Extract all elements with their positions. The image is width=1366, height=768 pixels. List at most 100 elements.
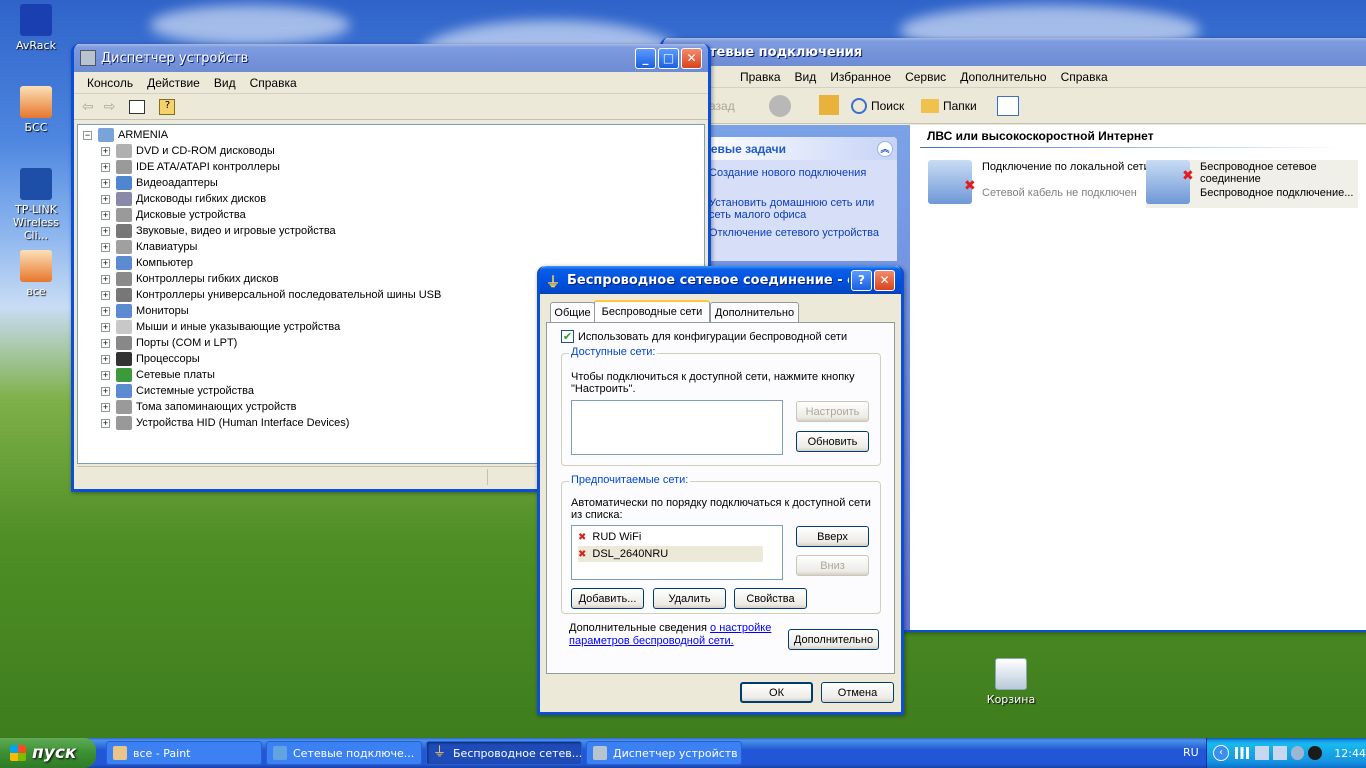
expand-icon[interactable]: + <box>101 418 110 428</box>
expand-icon[interactable]: + <box>101 354 110 364</box>
expand-icon[interactable]: + <box>101 322 110 332</box>
search-button[interactable]: Поиск <box>851 95 921 117</box>
configure-button[interactable]: Настроить <box>796 401 869 422</box>
folders-button[interactable]: Папки <box>921 95 987 117</box>
desktop-icon-recycle-bin[interactable]: Корзина <box>975 658 1047 706</box>
tree-item[interactable]: + Сетевые платы <box>101 367 215 383</box>
menu-help[interactable]: Справка <box>243 76 304 90</box>
tray-app-icon[interactable] <box>1308 746 1323 760</box>
tree-item[interactable]: + Процессоры <box>101 351 200 367</box>
menu-view[interactable]: Вид <box>207 76 243 90</box>
tree-item[interactable]: + Контроллеры гибких дисков <box>101 271 279 287</box>
expand-icon[interactable]: + <box>101 402 110 412</box>
tree-item[interactable]: + Клавиатуры <box>101 239 197 255</box>
task-disable-device[interactable]: Отключение сетевого устройства <box>709 227 884 239</box>
expand-icon[interactable]: + <box>101 162 110 172</box>
menu-edit[interactable]: Правка <box>733 70 788 84</box>
speaker-icon[interactable] <box>1290 746 1305 760</box>
tree-item[interactable]: + Тома запоминающих устройств <box>101 399 297 415</box>
expand-icon[interactable]: + <box>101 290 110 300</box>
network-tasks-header[interactable]: тевые задачи ︽ <box>699 137 897 160</box>
remove-button[interactable]: Удалить <box>653 588 726 609</box>
close-button[interactable]: ✕ <box>874 269 895 291</box>
expand-icon[interactable]: + <box>101 242 110 252</box>
task-home-network[interactable]: Установить домашнюю сеть или сеть малого… <box>709 197 884 221</box>
expand-icon[interactable]: + <box>101 274 110 284</box>
expand-icon[interactable]: + <box>101 146 110 156</box>
network-tray-icon[interactable] <box>1272 746 1287 760</box>
expand-icon[interactable]: + <box>101 258 110 268</box>
cancel-button[interactable]: Отмена <box>821 682 894 703</box>
help-button[interactable]: ? <box>851 269 872 291</box>
dialog-titlebar[interactable]: ⏚ Беспроводное сетевое соединение - свой… <box>540 266 901 294</box>
list-item[interactable]: ✖ DSL_2640NRU <box>578 546 763 562</box>
ok-button[interactable]: ОК <box>740 682 813 703</box>
signal-strength-icon[interactable] <box>1234 747 1249 759</box>
menu-console[interactable]: Консоль <box>80 76 140 90</box>
available-networks-list[interactable] <box>571 400 783 455</box>
maximize-button[interactable]: □ <box>658 47 679 69</box>
add-button[interactable]: Добавить... <box>571 588 644 609</box>
tree-item[interactable]: + Дисководы гибких дисков <box>101 191 266 207</box>
checkbox-checked-icon[interactable]: ✔ <box>561 330 574 343</box>
preferred-networks-list[interactable]: ✖ RUD WiFi ✖ DSL_2640NRU <box>571 525 783 580</box>
tree-item[interactable]: + Дисковые устройства <box>101 207 246 223</box>
views-icon[interactable] <box>997 96 1019 116</box>
refresh-button[interactable]: Обновить <box>796 431 869 452</box>
tree-item[interactable]: + DVD и CD-ROM дисководы <box>101 143 275 159</box>
expand-icon[interactable]: + <box>101 178 110 188</box>
up-folder-icon[interactable] <box>819 95 839 115</box>
properties-icon[interactable]: ? <box>159 98 176 115</box>
menu-tools[interactable]: Сервис <box>898 70 953 84</box>
desktop-icon-bss[interactable]: БСС <box>0 86 72 134</box>
tree-item[interactable]: + Компьютер <box>101 255 193 271</box>
move-down-button[interactable]: Вниз <box>796 555 869 576</box>
expand-icon[interactable]: + <box>101 370 110 380</box>
task-wireless-properties[interactable]: ⏚ Беспроводное сетев... <box>426 741 582 765</box>
language-indicator[interactable]: RU <box>1183 746 1199 759</box>
tree-item[interactable]: + Контроллеры универсальной последователь… <box>101 287 441 303</box>
tree-item[interactable]: + Устройства HID (Human Interface Devices… <box>101 415 349 431</box>
menu-advanced[interactable]: Дополнительно <box>953 70 1053 84</box>
list-item[interactable]: ✖ RUD WiFi <box>578 529 763 545</box>
collapse-icon[interactable]: ︽ <box>877 140 893 157</box>
desktop-icon-avrack[interactable]: AvRack <box>0 4 72 52</box>
tree-root[interactable]: − ARMENIA <box>83 127 168 143</box>
menu-action[interactable]: Действие <box>140 76 207 90</box>
menu-favorites[interactable]: Избранное <box>823 70 898 84</box>
move-up-button[interactable]: Вверх <box>796 526 869 547</box>
tree-item[interactable]: + IDE ATA/ATAPI контроллеры <box>101 159 280 175</box>
back-arrow-icon[interactable]: ⇦ <box>82 99 94 115</box>
back-button[interactable]: азад <box>709 99 735 113</box>
properties-button[interactable]: Свойства <box>734 588 807 609</box>
tree-item[interactable]: + Мониторы <box>101 303 189 319</box>
show-hidden-icons-icon[interactable]: ‹ <box>1213 745 1229 761</box>
desktop-icon-vse[interactable]: все <box>0 250 72 298</box>
task-create-connection[interactable]: Создание нового подключения <box>709 167 884 179</box>
expand-icon[interactable]: + <box>101 226 110 236</box>
minimize-button[interactable]: _ <box>635 47 656 69</box>
tab-wireless-networks[interactable]: Беспроводные сети <box>594 300 710 322</box>
network-tray-icon[interactable] <box>1254 746 1269 760</box>
device-manager-titlebar[interactable]: Диспетчер устройств _ □ ✕ <box>74 44 708 72</box>
forward-arrow-icon[interactable]: ⇨ <box>104 99 116 115</box>
task-network-connections[interactable]: Сетевые подключе... <box>266 741 422 765</box>
tree-item[interactable]: + Мыши и иные указывающие устройства <box>101 319 340 335</box>
expand-icon[interactable]: + <box>101 386 110 396</box>
collapse-icon[interactable]: − <box>83 130 92 140</box>
expand-icon[interactable]: + <box>101 194 110 204</box>
connection-wireless[interactable]: ✖ Беспроводное сетевое соединение Беспро… <box>1146 160 1358 208</box>
network-connections-titlebar[interactable]: тевые подключения <box>663 38 1366 66</box>
menu-view[interactable]: Вид <box>788 70 824 84</box>
expand-icon[interactable]: + <box>101 338 110 348</box>
task-paint[interactable]: все - Paint <box>106 741 262 765</box>
tree-item[interactable]: + Порты (COM и LPT) <box>101 335 237 351</box>
desktop-icon-tplink[interactable]: TP-LINK Wireless Cli... <box>0 168 72 242</box>
advanced-button[interactable]: Дополнительно <box>788 629 879 650</box>
expand-icon[interactable]: + <box>101 306 110 316</box>
show-hide-tree-icon[interactable] <box>129 99 146 114</box>
tab-general[interactable]: Общие <box>550 302 595 322</box>
tree-item[interactable]: + Видеоадаптеры <box>101 175 218 191</box>
tree-item[interactable]: + Звуковые, видео и игровые устройства <box>101 223 336 239</box>
expand-icon[interactable]: + <box>101 210 110 220</box>
